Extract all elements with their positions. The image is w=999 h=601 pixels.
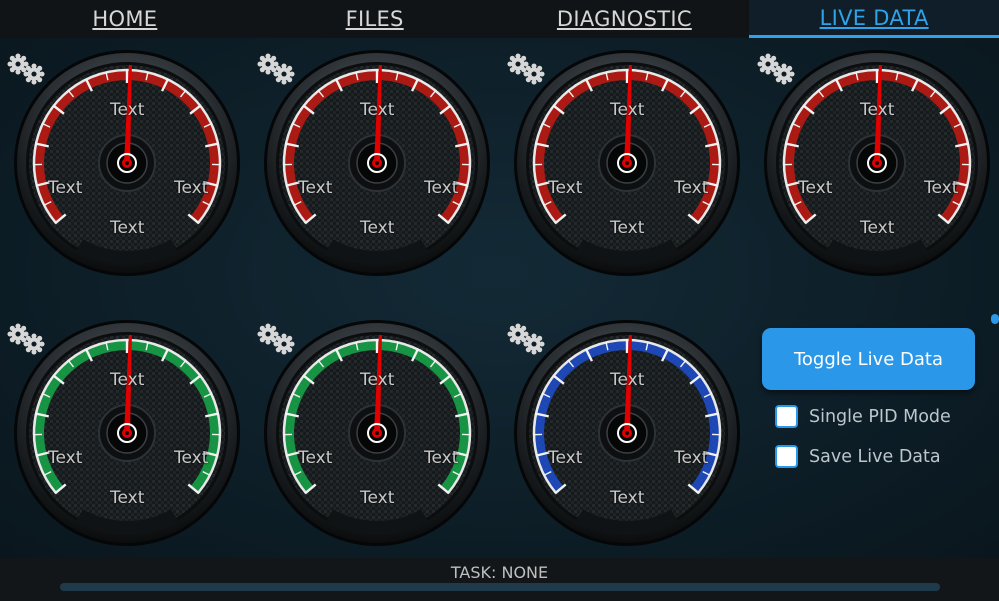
save-live-data-checkbox-row[interactable]: Save Live Data — [775, 445, 941, 468]
gauge-4: Text Text Text Text — [752, 42, 999, 312]
tab-files[interactable]: FILES — [250, 0, 500, 38]
single-pid-mode-label: Single PID Mode — [809, 406, 951, 427]
single-pid-mode-checkbox-row[interactable]: Single PID Mode — [775, 405, 951, 428]
tab-diagnostic[interactable]: DIAGNOSTIC — [500, 0, 750, 38]
scroll-indicator[interactable] — [991, 314, 999, 324]
status-footer: TASK: NONE — [0, 558, 999, 601]
tab-live-data[interactable]: LIVE DATA — [749, 0, 999, 38]
task-status: TASK: NONE — [450, 563, 549, 582]
gauge-7: Text Text Text Text — [502, 312, 752, 582]
gears-icon[interactable] — [256, 322, 298, 358]
gauge-5: Text Text Text Text — [2, 312, 252, 582]
gears-icon[interactable] — [506, 52, 548, 88]
tab-home[interactable]: HOME — [0, 0, 250, 38]
gears-icon[interactable] — [6, 322, 48, 358]
gauge-1: Text Text Text Text — [2, 42, 252, 312]
gears-icon[interactable] — [506, 322, 548, 358]
gears-icon[interactable] — [756, 52, 798, 88]
gauge-2: Text Text Text Text — [252, 42, 502, 312]
toggle-live-data-button[interactable]: Toggle Live Data — [762, 328, 975, 390]
tab-bar: HOME FILES DIAGNOSTIC LIVE DATA — [0, 0, 999, 38]
gears-icon[interactable] — [256, 52, 298, 88]
single-pid-mode-checkbox[interactable] — [775, 405, 798, 428]
live-data-panel: Text Text Text Text Text Text Text Text … — [0, 38, 999, 558]
gears-icon[interactable] — [6, 52, 48, 88]
gauge-3: Text Text Text Text — [502, 42, 752, 312]
save-live-data-label: Save Live Data — [809, 446, 941, 467]
task-progress-bar — [60, 583, 940, 591]
gauge-6: Text Text Text Text — [252, 312, 502, 582]
save-live-data-checkbox[interactable] — [775, 445, 798, 468]
